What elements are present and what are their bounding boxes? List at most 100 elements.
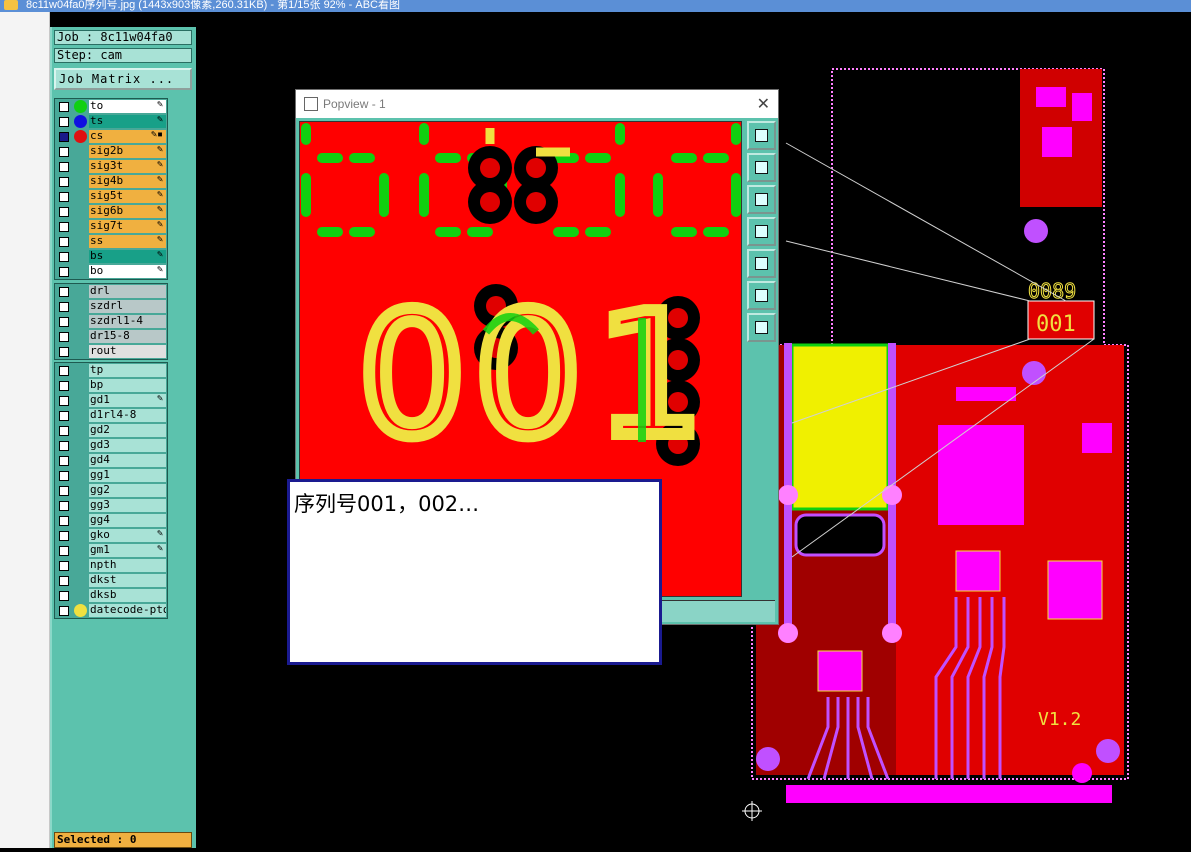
layer-row-gd4[interactable]: gd4 [55,453,167,468]
layer-name[interactable]: gg3 [89,499,166,512]
layer-name[interactable]: szdrl1-4 [89,315,166,328]
layer-checkbox[interactable] [59,252,69,262]
layer-row-datecode-pto[interactable]: datecode-pto [55,603,167,618]
layer-row-bo[interactable]: bo ✎ [55,264,167,279]
layer-row-bp[interactable]: bp [55,378,167,393]
layer-name[interactable]: gko [89,529,166,542]
fit-all-icon[interactable] [747,281,776,310]
layer-checkbox[interactable] [59,546,69,556]
zoom-window-icon[interactable] [747,121,776,150]
layer-row-sig2b[interactable]: sig2b ✎ [55,144,167,159]
layer-name[interactable]: gg2 [89,484,166,497]
layer-name[interactable]: npth [89,559,166,572]
layer-checkbox[interactable] [59,117,69,127]
layer-name[interactable]: sig7t [89,220,166,233]
layer-checkbox[interactable] [59,441,69,451]
layer-row-szdrl[interactable]: szdrl [55,299,167,314]
layer-name[interactable]: to [89,100,166,113]
layer-row-gm1[interactable]: gm1 ✎ [55,543,167,558]
layer-checkbox[interactable] [59,381,69,391]
layer-row-sig7t[interactable]: sig7t ✎ [55,219,167,234]
layer-name[interactable]: sig3t [89,160,166,173]
layer-name[interactable]: bo [89,265,166,278]
layer-name[interactable]: szdrl [89,300,166,313]
layer-name[interactable]: dr15-8 [89,330,166,343]
layer-name[interactable]: ss [89,235,166,248]
layer-name[interactable]: rout [89,345,166,358]
layer-name[interactable]: datecode-pto [89,604,166,617]
layer-row-ss[interactable]: ss ✎ [55,234,167,249]
layer-checkbox[interactable] [59,207,69,217]
layer-checkbox[interactable] [59,456,69,466]
layer-name[interactable]: gd3 [89,439,166,452]
layer-name[interactable]: tp [89,364,166,377]
layer-name[interactable]: gd4 [89,454,166,467]
layer-checkbox[interactable] [59,486,69,496]
layer-row-dr15-8[interactable]: dr15-8 [55,329,167,344]
layer-color-dot[interactable] [74,115,87,128]
layer-row-cs[interactable]: cs ✎▪ [55,129,167,144]
layer-row-to[interactable]: to ✎ [55,99,167,114]
layer-checkbox[interactable] [59,192,69,202]
layer-row-gd1[interactable]: gd1 ✎ [55,393,167,408]
pan-right-icon[interactable] [747,249,776,278]
layer-checkbox[interactable] [59,332,69,342]
layer-name[interactable]: dkst [89,574,166,587]
layer-row-gd3[interactable]: gd3 [55,438,167,453]
layer-row-gg4[interactable]: gg4 [55,513,167,528]
layer-name[interactable]: sig2b [89,145,166,158]
layer-checkbox[interactable] [59,132,69,142]
layer-name[interactable]: gd2 [89,424,166,437]
layer-row-tp[interactable]: tp [55,363,167,378]
layer-checkbox[interactable] [59,396,69,406]
layer-checkbox[interactable] [59,222,69,232]
layer-checkbox[interactable] [59,287,69,297]
popview-titlebar[interactable]: Popview - 1 ✕ [296,90,778,118]
layer-row-gko[interactable]: gko ✎ [55,528,167,543]
layer-name[interactable]: gg4 [89,514,166,527]
layer-row-dksb[interactable]: dksb [55,588,167,603]
layer-name[interactable]: ts [89,115,166,128]
layer-row-gg1[interactable]: gg1 [55,468,167,483]
layer-checkbox[interactable] [59,102,69,112]
layer-name[interactable]: gg1 [89,469,166,482]
layer-checkbox[interactable] [59,347,69,357]
layer-checkbox[interactable] [59,561,69,571]
layer-row-gg3[interactable]: gg3 [55,498,167,513]
layer-name[interactable]: sig6b [89,205,166,218]
layer-row-szdrl1-4[interactable]: szdrl1-4 [55,314,167,329]
pan-left-icon[interactable] [747,217,776,246]
layer-checkbox[interactable] [59,606,69,616]
layer-checkbox[interactable] [59,516,69,526]
layer-name[interactable]: sig5t [89,190,166,203]
layer-row-drl[interactable]: drl [55,284,167,299]
layer-row-gd2[interactable]: gd2 [55,423,167,438]
layer-name[interactable]: dksb [89,589,166,602]
layer-checkbox[interactable] [59,162,69,172]
layer-name[interactable]: gm1 [89,544,166,557]
job-matrix-button[interactable]: Job Matrix ... [54,68,192,90]
layer-checkbox[interactable] [59,302,69,312]
layer-checkbox[interactable] [59,531,69,541]
layer-color-dot[interactable] [74,100,87,113]
layer-row-npth[interactable]: npth [55,558,167,573]
layer-name[interactable]: d1rl4-8 [89,409,166,422]
layer-checkbox[interactable] [59,237,69,247]
layer-color-dot[interactable] [74,130,87,143]
layer-checkbox[interactable] [59,267,69,277]
layer-color-dot[interactable] [74,604,87,617]
layer-name[interactable]: sig4b [89,175,166,188]
layer-checkbox[interactable] [59,471,69,481]
page-down-icon[interactable] [747,185,776,214]
layer-row-sig4b[interactable]: sig4b ✎ [55,174,167,189]
zoom-center-icon[interactable] [747,313,776,342]
layer-checkbox[interactable] [59,426,69,436]
layer-row-sig6b[interactable]: sig6b ✎ [55,204,167,219]
popview-close-icon[interactable]: ✕ [757,90,770,118]
layer-checkbox[interactable] [59,147,69,157]
layer-checkbox[interactable] [59,366,69,376]
layer-checkbox[interactable] [59,591,69,601]
layer-row-dkst[interactable]: dkst [55,573,167,588]
layer-checkbox[interactable] [59,411,69,421]
page-up-icon[interactable] [747,153,776,182]
